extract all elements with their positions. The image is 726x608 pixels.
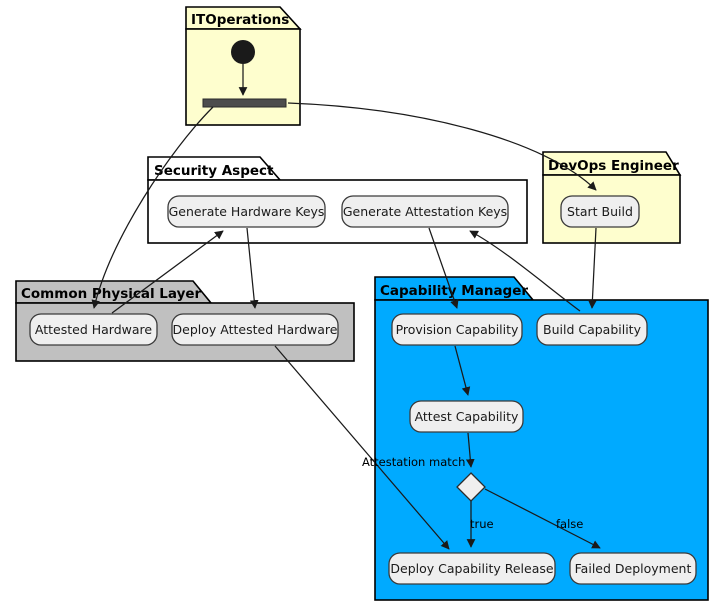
node-attested-hardware-label: Attested Hardware <box>35 322 152 337</box>
partition-security-aspect[interactable]: Security Aspect Generate Hardware Keys G… <box>147 156 528 244</box>
partition-capability-manager-title: Capability Manager <box>380 283 528 299</box>
initial-node[interactable] <box>231 40 255 64</box>
node-start-build[interactable]: Start Build <box>560 195 640 228</box>
activity-diagram-canvas: ITOperations Security Aspect Generate Ha… <box>0 0 726 608</box>
node-deploy-attested-hardware[interactable]: Deploy Attested Hardware <box>171 313 339 346</box>
node-attested-hardware[interactable]: Attested Hardware <box>29 313 158 346</box>
partition-itoperations[interactable]: ITOperations <box>185 6 302 126</box>
node-failed-deployment[interactable]: Failed Deployment <box>569 552 697 585</box>
node-failed-deployment-label: Failed Deployment <box>575 561 692 576</box>
fork-node[interactable] <box>202 98 287 108</box>
partition-itoperations-title: ITOperations <box>191 12 289 28</box>
partition-capability-manager[interactable]: Capability Manager Provision Capability … <box>374 276 709 601</box>
partition-common-physical-layer[interactable]: Common Physical Layer Attested Hardware … <box>15 280 355 362</box>
node-attest-capability-label: Attest Capability <box>415 409 519 424</box>
edge-label-attestation-match: Attestation match <box>362 455 465 469</box>
node-build-capability-label: Build Capability <box>543 322 642 337</box>
node-build-capability[interactable]: Build Capability <box>536 313 648 346</box>
partition-security-aspect-title: Security Aspect <box>154 163 274 179</box>
node-generate-hardware-keys-label: Generate Hardware Keys <box>169 204 325 219</box>
node-generate-attestation-keys-label: Generate Attestation Keys <box>343 204 507 219</box>
node-generate-attestation-keys[interactable]: Generate Attestation Keys <box>341 195 509 228</box>
node-start-build-label: Start Build <box>567 204 633 219</box>
node-provision-capability-label: Provision Capability <box>396 322 519 337</box>
partition-common-physical-layer-title: Common Physical Layer <box>21 286 202 302</box>
node-deploy-capability-release[interactable]: Deploy Capability Release <box>388 552 556 585</box>
edge-label-false: false <box>556 517 583 531</box>
node-provision-capability[interactable]: Provision Capability <box>391 313 523 346</box>
edge-label-true: true <box>470 517 494 531</box>
node-deploy-capability-release-label: Deploy Capability Release <box>390 561 553 576</box>
node-deploy-attested-hardware-label: Deploy Attested Hardware <box>173 322 338 337</box>
diagram-svg: ITOperations Security Aspect Generate Ha… <box>15 6 709 601</box>
partition-devops-engineer-title: DevOps Engineer <box>548 158 679 174</box>
node-attest-capability[interactable]: Attest Capability <box>409 400 524 433</box>
node-generate-hardware-keys[interactable]: Generate Hardware Keys <box>167 195 326 228</box>
